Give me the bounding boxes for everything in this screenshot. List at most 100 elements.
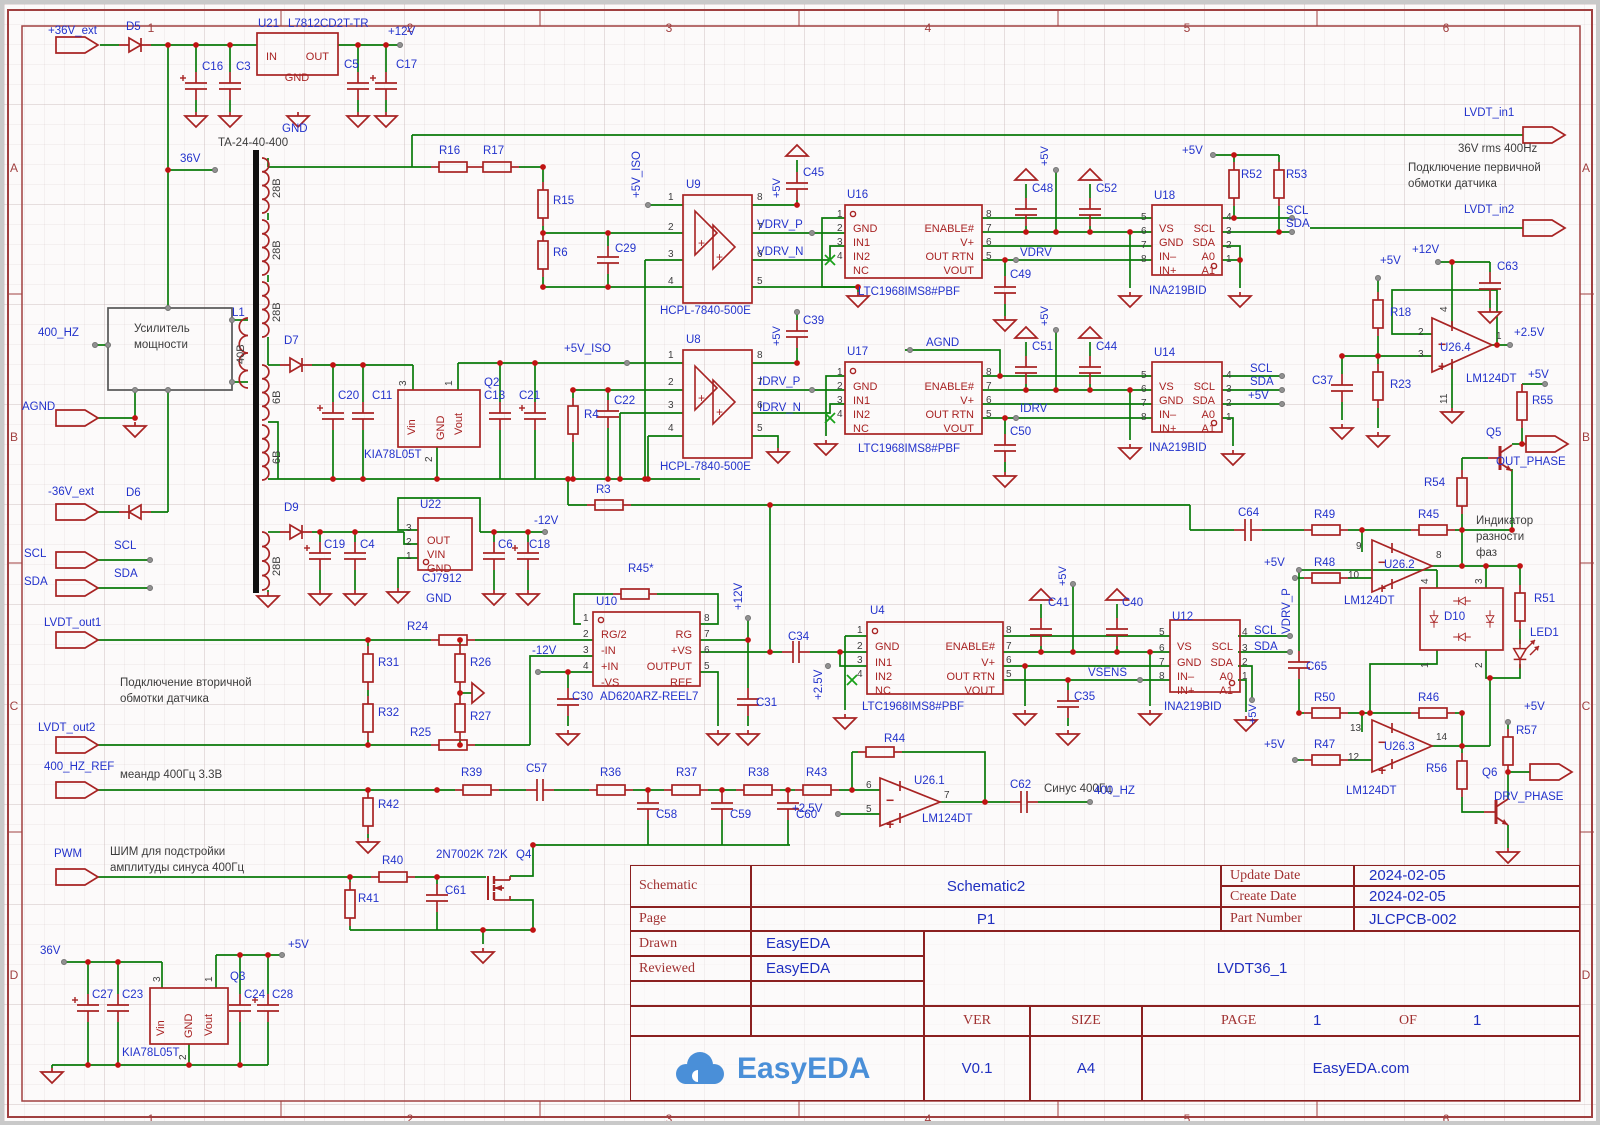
- schematic-text[interactable]: 4: [1226, 370, 1232, 381]
- schematic-text[interactable]: +5V: [771, 177, 783, 198]
- ground-symbol[interactable]: [812, 443, 840, 457]
- schematic-text[interactable]: +12V: [388, 26, 416, 38]
- schematic-text[interactable]: SDA: [1192, 237, 1215, 249]
- power-flag[interactable]: [1076, 167, 1104, 181]
- ground-symbol[interactable]: [121, 425, 149, 439]
- schematic-text[interactable]: IDRV_P: [759, 376, 801, 388]
- schematic-text[interactable]: C39: [803, 315, 824, 327]
- schematic-text[interactable]: 13: [1350, 723, 1362, 734]
- schematic-text[interactable]: SCL: [1286, 205, 1309, 217]
- schematic-text[interactable]: C27: [92, 989, 113, 1001]
- schematic-text[interactable]: R46: [1418, 692, 1439, 704]
- schematic-text[interactable]: 5: [757, 423, 763, 434]
- net-port-dot[interactable]: [1210, 151, 1217, 158]
- ground-symbol[interactable]: [1494, 851, 1522, 865]
- transformer-winding[interactable]: [261, 219, 270, 276]
- schematic-text[interactable]: SDA: [1286, 218, 1310, 230]
- schematic-text[interactable]: B: [10, 430, 18, 444]
- resistor[interactable]: [671, 784, 701, 796]
- schematic-text[interactable]: LVDT_out2: [38, 722, 95, 734]
- schematic-text[interactable]: R45*: [628, 563, 654, 575]
- port-flag-LVDT_in2[interactable]: [1522, 219, 1567, 237]
- schematic-text[interactable]: 1: [837, 367, 843, 378]
- schematic-text[interactable]: D5: [126, 21, 141, 33]
- net-port-dot[interactable]: [1249, 697, 1256, 704]
- schematic-text[interactable]: 3: [837, 395, 843, 406]
- schematic-text[interactable]: 5: [1141, 212, 1147, 223]
- schematic-text[interactable]: INA219BID: [1164, 701, 1222, 713]
- schematic-text[interactable]: 5: [757, 276, 763, 287]
- schematic-text[interactable]: VS: [1159, 223, 1174, 235]
- schematic-text[interactable]: 3: [666, 21, 673, 35]
- net-port-dot[interactable]: [535, 669, 542, 676]
- schematic-text[interactable]: SDA: [1250, 376, 1274, 388]
- schematic-text[interactable]: −: [886, 792, 894, 808]
- ground-symbol[interactable]: [704, 733, 732, 747]
- schematic-text[interactable]: U21: [258, 18, 279, 30]
- schematic-text[interactable]: U26.3: [1384, 741, 1415, 753]
- schematic-text[interactable]: GND: [285, 72, 310, 84]
- port-flag-+36V_ext[interactable]: [55, 36, 100, 54]
- net-port-dot[interactable]: [396, 42, 403, 49]
- schematic-text[interactable]: +36V_ext: [48, 25, 98, 37]
- schematic-text[interactable]: OUT RTN: [926, 251, 975, 263]
- schematic-text[interactable]: 1: [583, 613, 589, 624]
- schematic-text[interactable]: C4: [360, 539, 375, 551]
- schematic-text[interactable]: NC: [875, 685, 891, 697]
- schematic-text[interactable]: R54: [1424, 477, 1446, 489]
- schematic-text[interactable]: разности: [1476, 531, 1524, 543]
- schematic-text[interactable]: 6: [1159, 643, 1165, 654]
- port-flag--36V_ext[interactable]: [55, 503, 100, 521]
- schematic-text[interactable]: обмотки датчика: [120, 693, 210, 705]
- net-port-dot[interactable]: [1287, 649, 1294, 656]
- schematic-text[interactable]: 8: [986, 367, 992, 378]
- schematic-text[interactable]: R50: [1314, 692, 1335, 704]
- ground-symbol[interactable]: [1116, 447, 1144, 461]
- schematic-text[interactable]: 5: [1184, 21, 1191, 35]
- net-port-dot[interactable]: [1435, 258, 1442, 265]
- schematic-text[interactable]: A1: [1202, 265, 1215, 277]
- bridge-diode[interactable]: [1429, 610, 1439, 628]
- net-port-dot[interactable]: [624, 359, 631, 366]
- schematic-text[interactable]: IN2: [853, 409, 870, 421]
- net-port-dot[interactable]: [1505, 719, 1512, 726]
- schematic-text[interactable]: 4: [668, 276, 674, 287]
- schematic-text[interactable]: NC: [853, 423, 869, 435]
- schematic-text[interactable]: 3: [406, 523, 412, 534]
- schematic-text[interactable]: R32: [378, 707, 399, 719]
- resistor[interactable]: [620, 588, 650, 600]
- net-port-dot[interactable]: [745, 615, 752, 622]
- schematic-text[interactable]: +VS: [671, 645, 692, 657]
- schematic-text[interactable]: Q2: [484, 377, 499, 389]
- resistor[interactable]: [537, 189, 549, 219]
- schematic-text[interactable]: 7: [1141, 398, 1147, 409]
- port-flag-LVDT_out2[interactable]: [55, 736, 100, 754]
- schematic-text[interactable]: +5V: [1264, 557, 1285, 569]
- schematic-text[interactable]: LTC1968IMS8#PBF: [862, 701, 964, 713]
- schematic-text[interactable]: 5: [1159, 627, 1165, 638]
- schematic-text[interactable]: C34: [788, 631, 810, 643]
- schematic-text[interactable]: 4: [925, 21, 932, 35]
- schematic-text[interactable]: 1: [204, 976, 215, 982]
- wire[interactable]: [510, 899, 534, 930]
- ground-symbol[interactable]: [1054, 733, 1082, 747]
- ground-symbol[interactable]: [471, 681, 486, 705]
- schematic-text[interactable]: C29: [615, 243, 636, 255]
- schematic-canvas[interactable]: 1 1 2 2 3 3 4 4 5 5 6 6 A A B B C C D D IN OUT GND + + + + GND IN1 IN…: [4, 4, 1596, 1125]
- bridge-diode[interactable]: [1453, 596, 1471, 606]
- diode[interactable]: [119, 36, 151, 54]
- wire[interactable]: [752, 435, 779, 448]
- schematic-text[interactable]: IN2: [875, 671, 892, 683]
- schematic-text[interactable]: U10: [596, 596, 617, 608]
- schematic-text[interactable]: Подключение первичной: [1408, 162, 1541, 174]
- resistor[interactable]: [1418, 524, 1448, 536]
- schematic-text[interactable]: R18: [1390, 307, 1411, 319]
- net-port-dot[interactable]: [146, 557, 153, 564]
- schematic-text[interactable]: +5V: [1057, 565, 1069, 586]
- net-port-dot[interactable]: [278, 952, 285, 959]
- resistor[interactable]: [1311, 524, 1341, 536]
- schematic-text[interactable]: 1: [406, 551, 412, 562]
- ground-symbol[interactable]: [764, 451, 792, 465]
- net-port-dot[interactable]: [1137, 677, 1144, 684]
- ground-symbol[interactable]: [254, 595, 282, 609]
